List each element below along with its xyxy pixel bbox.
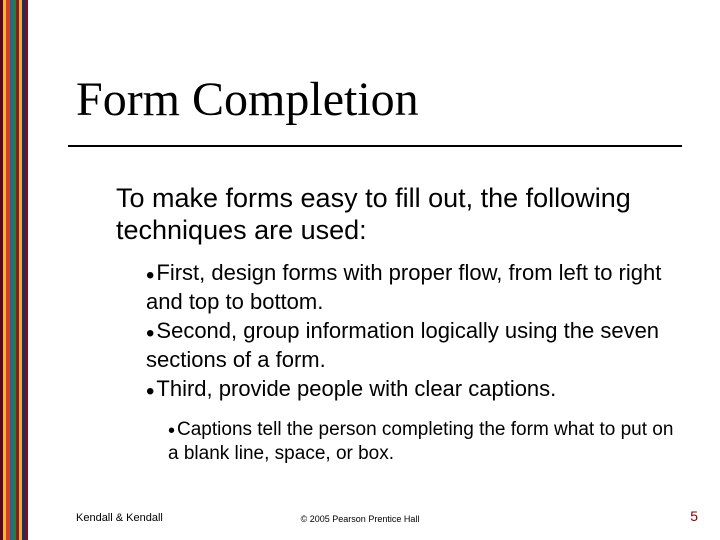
bullet-text: Captions tell the person completing the … <box>168 419 673 464</box>
bullet-text: First, design forms with proper flow, fr… <box>146 260 661 314</box>
bullet-icon: • <box>146 261 154 290</box>
bullet-icon: • <box>168 419 175 443</box>
title-underline <box>68 145 682 147</box>
decorative-stripe <box>0 0 28 540</box>
bullet-item: •Third, provide people with clear captio… <box>146 376 686 405</box>
slide-title: Form Completion <box>76 72 419 127</box>
slide-number: 5 <box>690 508 698 524</box>
bullet-item: •First, design forms with proper flow, f… <box>146 260 686 316</box>
footer-copyright: © 2005 Pearson Prentice Hall <box>0 514 720 524</box>
bullet-icon: • <box>146 319 154 348</box>
bullet-item: •Captions tell the person completing the… <box>168 418 678 466</box>
bullet-icon: • <box>146 377 154 406</box>
bullet-item: •Second, group information logically usi… <box>146 318 686 374</box>
bullet-list-level2: •Captions tell the person completing the… <box>168 418 678 466</box>
bullet-text: Third, provide people with clear caption… <box>156 376 556 401</box>
bullet-text: Second, group information logically usin… <box>146 318 659 372</box>
bullet-list-level1: •First, design forms with proper flow, f… <box>146 260 686 407</box>
intro-text: To make forms easy to fill out, the foll… <box>116 182 676 247</box>
